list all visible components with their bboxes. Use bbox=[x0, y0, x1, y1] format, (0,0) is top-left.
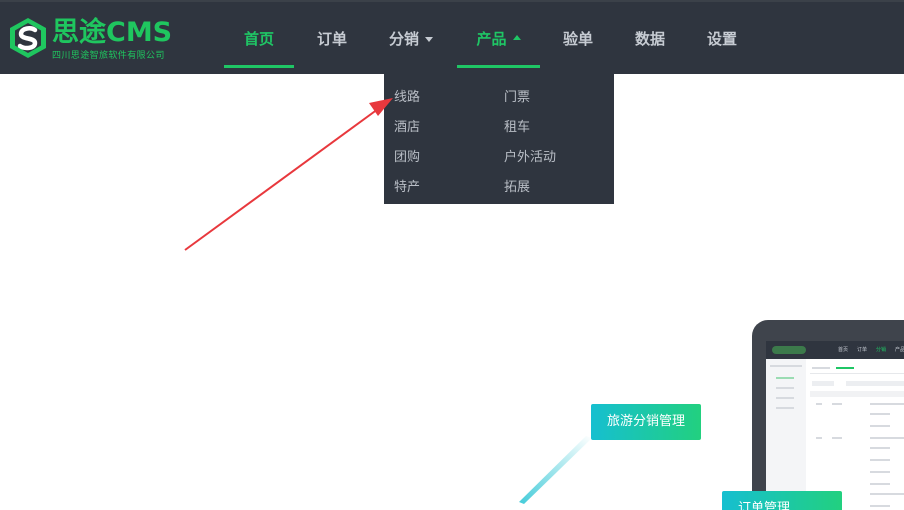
mini-sidebar-line bbox=[776, 407, 794, 409]
mini-sidebar-line bbox=[770, 365, 802, 367]
mini-table-header bbox=[810, 391, 904, 397]
mini-nav-item: 订单 bbox=[857, 347, 868, 353]
mini-divider bbox=[810, 373, 904, 374]
mini-cell bbox=[870, 459, 890, 461]
mini-cell bbox=[870, 447, 890, 449]
mini-tab-active bbox=[836, 367, 854, 369]
mini-cell bbox=[832, 437, 842, 439]
mini-cell bbox=[870, 493, 904, 495]
mini-logo bbox=[772, 346, 806, 354]
mini-topbar: 首页 订单 分销 产品 bbox=[766, 341, 904, 359]
mini-cell bbox=[870, 403, 904, 405]
mini-cell bbox=[870, 471, 890, 473]
laptop-screen: 首页 订单 分销 产品 bbox=[766, 341, 904, 510]
mini-search bbox=[846, 381, 904, 386]
badge-distribution-management: 旅游分销管理 bbox=[591, 404, 702, 440]
mini-cell bbox=[870, 505, 890, 507]
mini-nav-item: 首页 bbox=[838, 347, 849, 353]
mini-nav-item: 分销 bbox=[876, 347, 887, 353]
badge-order-management: 订单管理 bbox=[722, 491, 842, 510]
mini-nav-item: 产品 bbox=[895, 347, 904, 353]
mini-cell bbox=[832, 403, 842, 405]
mini-sidebar-line bbox=[776, 387, 794, 389]
mini-cell bbox=[870, 413, 890, 415]
mini-sidebar-line bbox=[776, 397, 794, 399]
mini-cell bbox=[870, 437, 904, 439]
mini-check bbox=[816, 403, 822, 405]
mini-select bbox=[812, 381, 834, 386]
mini-cell bbox=[870, 425, 890, 427]
mini-tab bbox=[812, 367, 830, 369]
mini-sidebar-line bbox=[776, 377, 794, 379]
mini-cell bbox=[870, 483, 890, 485]
mini-sidebar bbox=[766, 359, 806, 510]
mini-check bbox=[816, 437, 822, 439]
